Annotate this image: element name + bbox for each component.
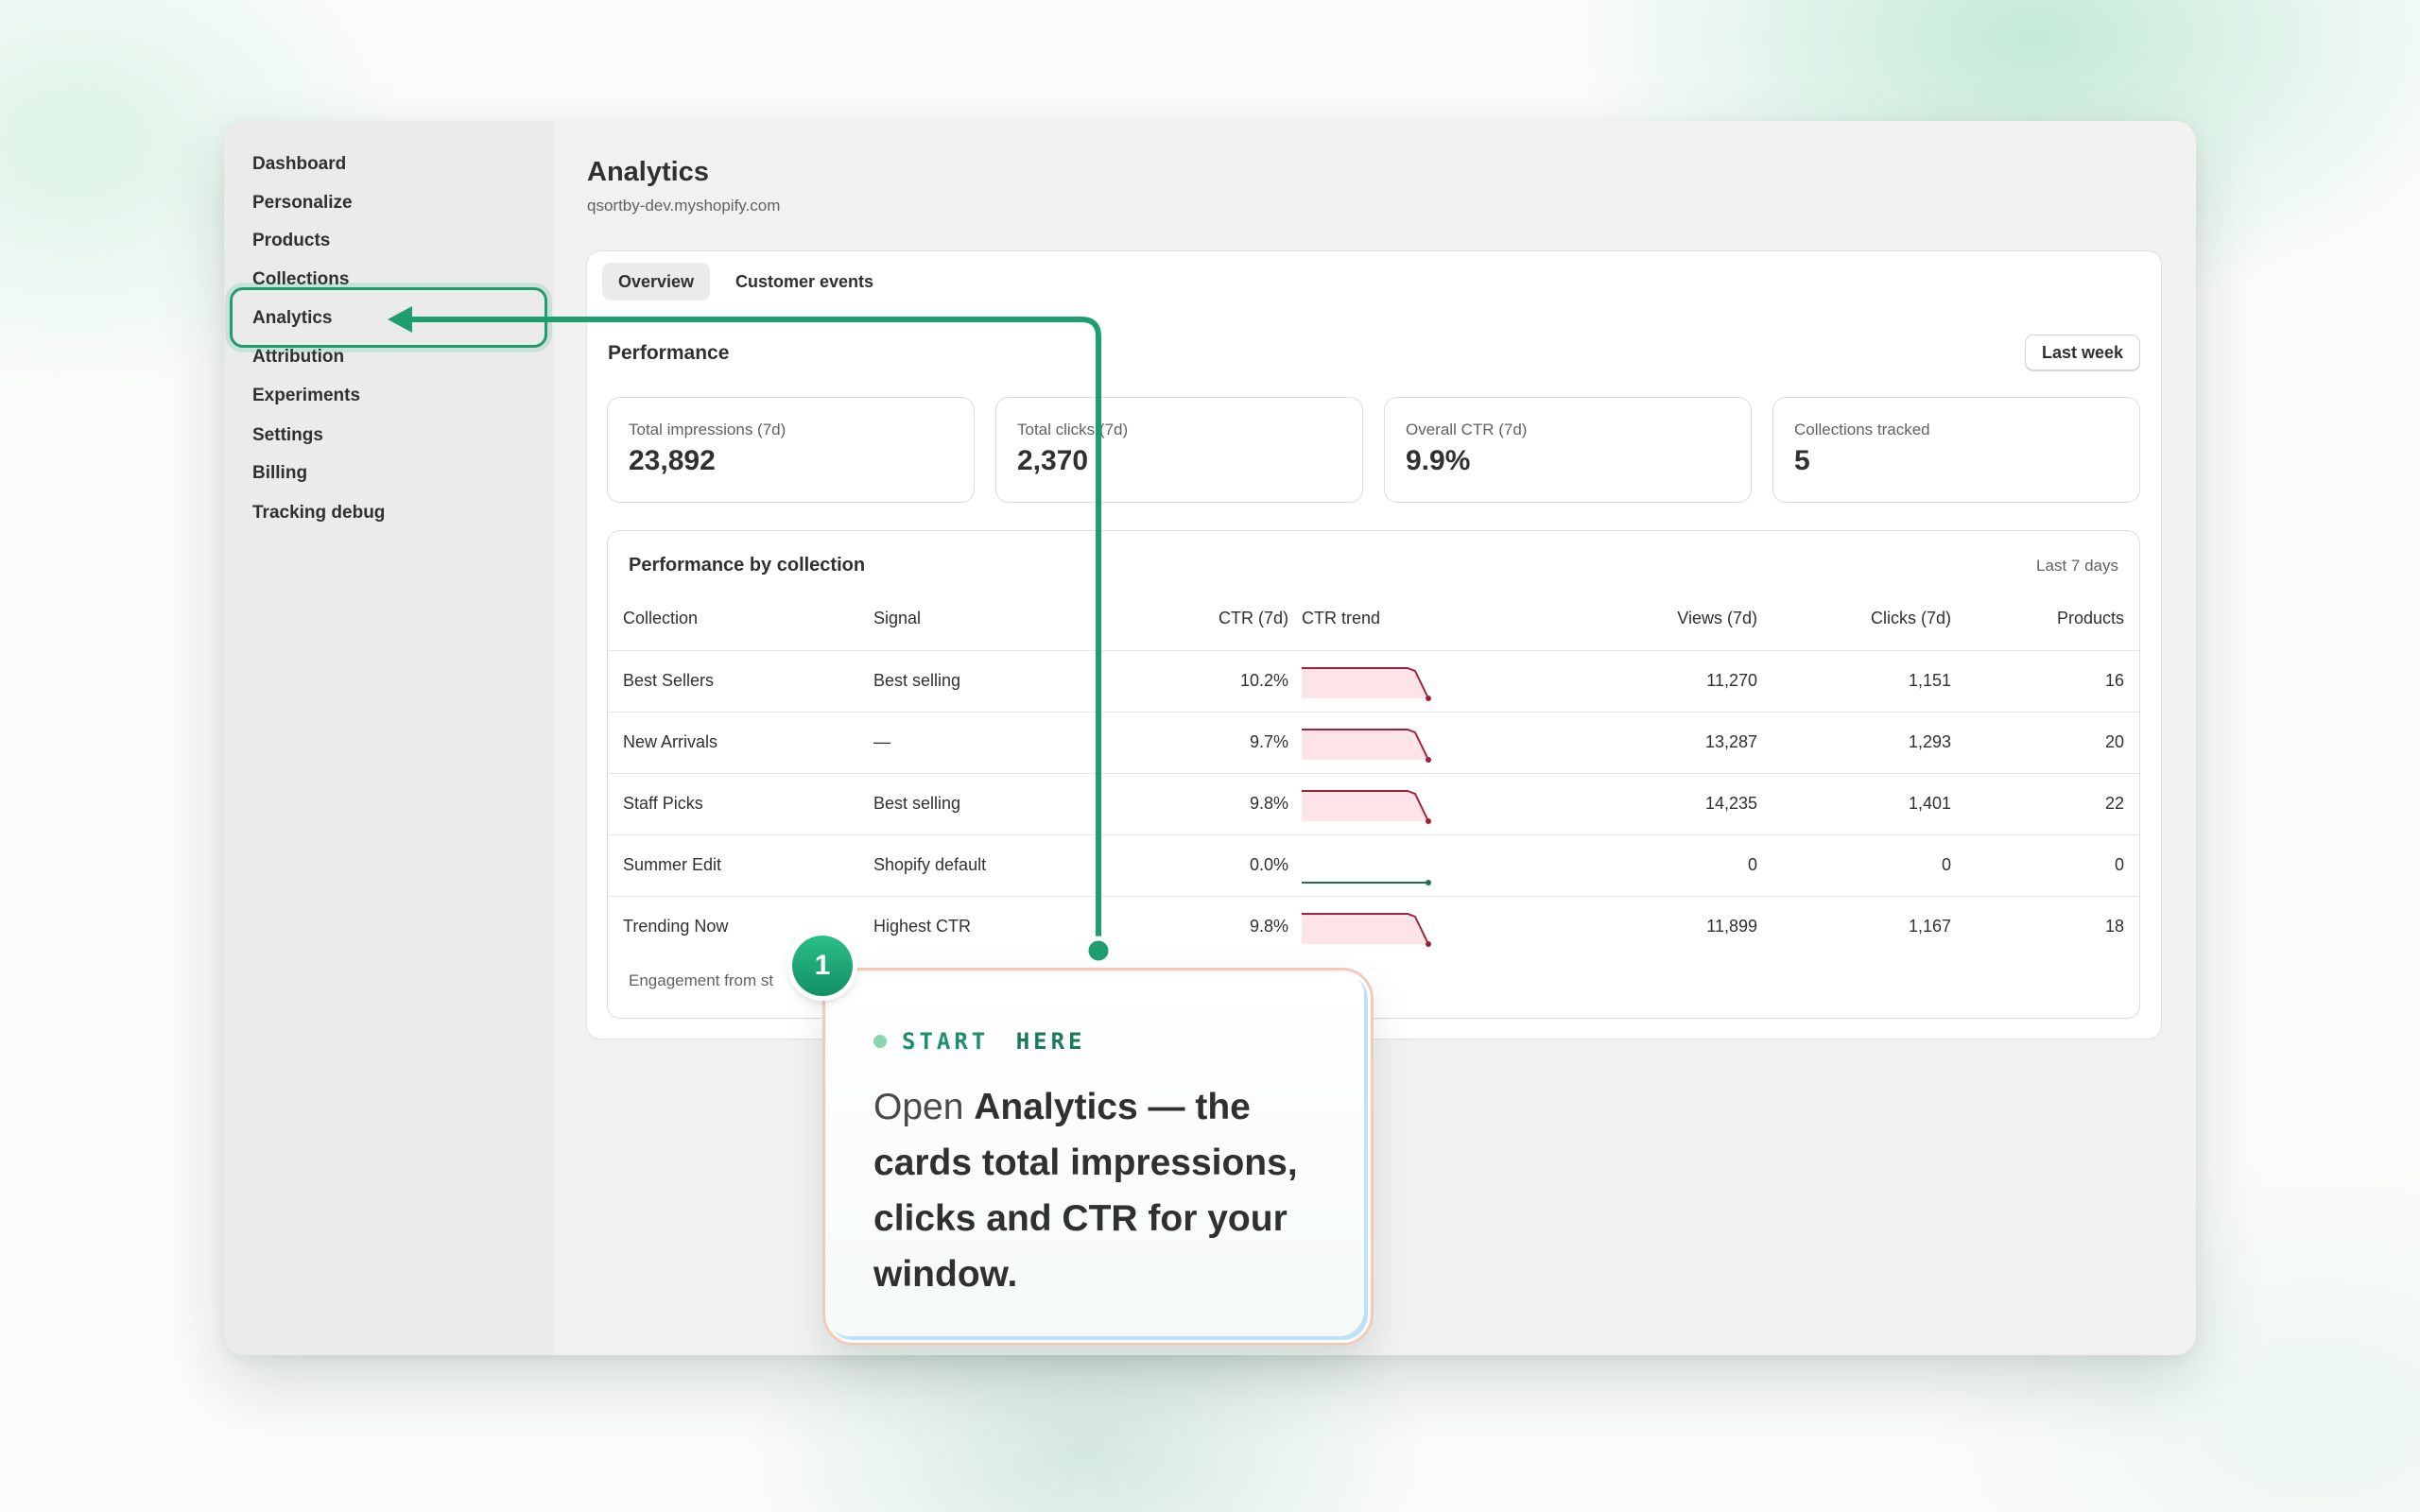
connector-line bbox=[406, 317, 1101, 949]
tooltip-tag: START HERE bbox=[873, 1028, 1086, 1055]
tooltip-text-open: Open bbox=[873, 1087, 975, 1127]
connector-anchor-dot bbox=[1083, 936, 1114, 966]
tag-start: START bbox=[902, 1028, 990, 1055]
step-number-badge: 1 bbox=[792, 936, 853, 996]
tour-tooltip: START HERE Open Analytics — the cards to… bbox=[825, 971, 1371, 1343]
tooltip-body: Open Analytics — the cards total impress… bbox=[873, 1079, 1346, 1302]
tag-here: HERE bbox=[1015, 1028, 1086, 1055]
connector-arrowhead bbox=[388, 306, 412, 333]
